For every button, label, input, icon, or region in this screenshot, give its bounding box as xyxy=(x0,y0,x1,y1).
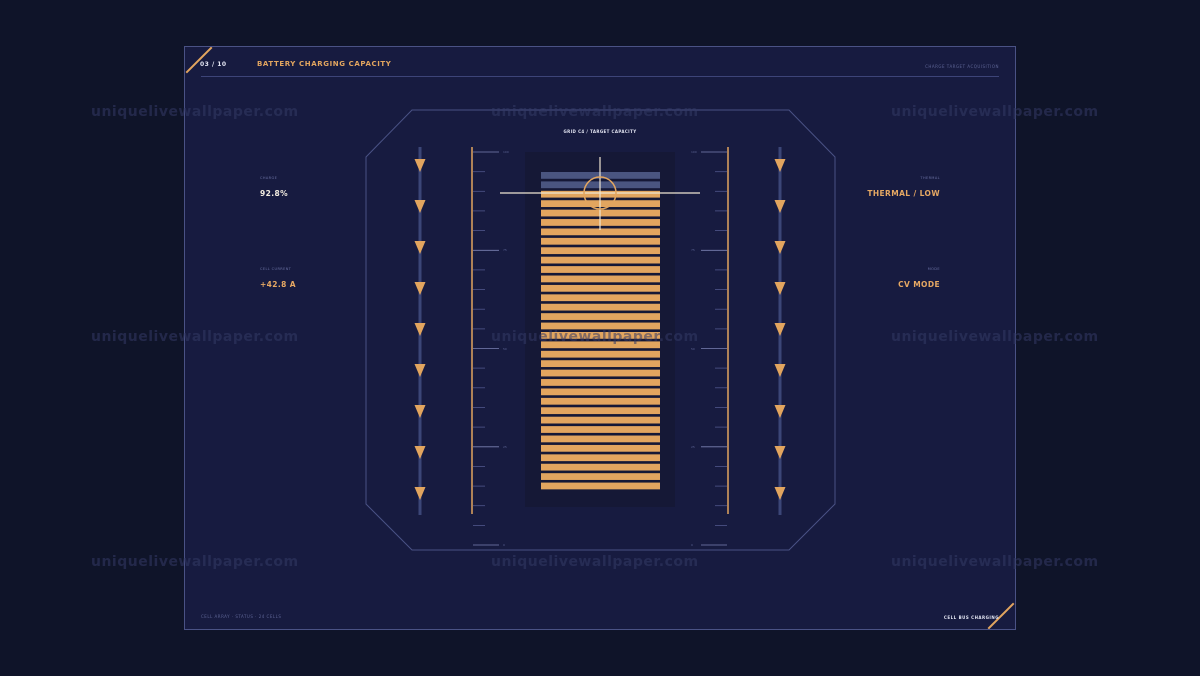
scale-label-left: 50 xyxy=(503,346,507,351)
battery-cell-filled xyxy=(541,369,660,377)
battery-cell-filled xyxy=(541,454,660,462)
watermark: uniquelivewallpaper.com xyxy=(891,104,1099,120)
battery-cell-filled xyxy=(541,388,660,396)
battery-cell-filled xyxy=(541,275,660,283)
battery-cell-filled xyxy=(541,266,660,273)
battery-cell-filled xyxy=(541,294,660,302)
watermark: uniquelivewallpaper.com xyxy=(891,554,1099,570)
scale-label-left: 100 xyxy=(503,150,509,154)
chevron-down-icon xyxy=(414,241,426,254)
chevron-down-icon xyxy=(414,364,426,377)
chevron-down-icon xyxy=(774,364,786,377)
chevron-down-icon xyxy=(774,323,786,336)
battery-cell-filled xyxy=(541,379,660,386)
battery-cell-filled xyxy=(541,284,660,292)
battery-cell-filled xyxy=(541,435,660,443)
battery-cell-filled xyxy=(541,416,660,424)
chevron-down-icon xyxy=(774,405,786,418)
chevron-down-icon xyxy=(774,200,786,213)
watermark: uniquelivewallpaper.com xyxy=(491,104,699,120)
chevron-down-icon xyxy=(774,159,786,172)
chevron-down-icon xyxy=(414,446,426,459)
battery-cell-filled xyxy=(541,397,660,405)
chevron-down-icon xyxy=(774,446,786,459)
chevron-down-icon xyxy=(414,200,426,213)
right-arrow-column xyxy=(774,159,786,500)
chevron-down-icon xyxy=(414,405,426,418)
chevron-down-icon xyxy=(774,241,786,254)
scale-label-right: 0 xyxy=(691,543,693,547)
scale-label-left: 0 xyxy=(503,543,505,547)
battery-cell-filled xyxy=(541,303,660,311)
chart-title: GRID C4 / TARGET CAPACITY xyxy=(564,129,637,134)
chevron-down-icon xyxy=(414,159,426,172)
chevron-down-icon xyxy=(414,487,426,500)
chevron-down-icon xyxy=(414,323,426,336)
scale-label-right: 100 xyxy=(691,150,697,154)
scale-label-left: 75 xyxy=(503,248,507,253)
battery-cell-filled xyxy=(541,473,660,480)
scale-label-left: 25 xyxy=(503,444,507,449)
right-scale-ticks xyxy=(701,151,727,546)
battery-cell-filled xyxy=(541,313,660,320)
battery-cell-filled xyxy=(541,247,660,255)
battery-cell-filled xyxy=(541,360,660,368)
watermark: uniquelivewallpaper.com xyxy=(491,554,699,570)
watermark: uniquelivewallpaper.com xyxy=(91,554,299,570)
battery-cell-filled xyxy=(541,426,660,433)
chevron-down-icon xyxy=(774,487,786,500)
watermark: uniquelivewallpaper.com xyxy=(91,329,299,345)
battery-cell-filled xyxy=(541,407,660,415)
chevron-down-icon xyxy=(414,282,426,295)
watermark: uniquelivewallpaper.com xyxy=(91,104,299,120)
left-scale-ticks xyxy=(473,151,499,546)
watermark: uniquelivewallpaper.com xyxy=(891,329,1099,345)
battery-cell-filled xyxy=(541,463,660,471)
chevron-down-icon xyxy=(774,282,786,295)
battery-cell-filled xyxy=(541,350,660,358)
battery-cell-filled xyxy=(541,482,660,490)
watermark: uniquelivewallpaper.com xyxy=(491,329,699,345)
battery-cell-filled xyxy=(541,237,660,245)
battery-cell-filled xyxy=(541,256,660,264)
battery-cell-filled xyxy=(541,444,660,452)
scale-label-right: 25 xyxy=(691,444,695,449)
scale-label-right: 50 xyxy=(691,346,695,351)
scale-label-right: 75 xyxy=(691,248,695,253)
left-arrow-column xyxy=(414,159,426,500)
